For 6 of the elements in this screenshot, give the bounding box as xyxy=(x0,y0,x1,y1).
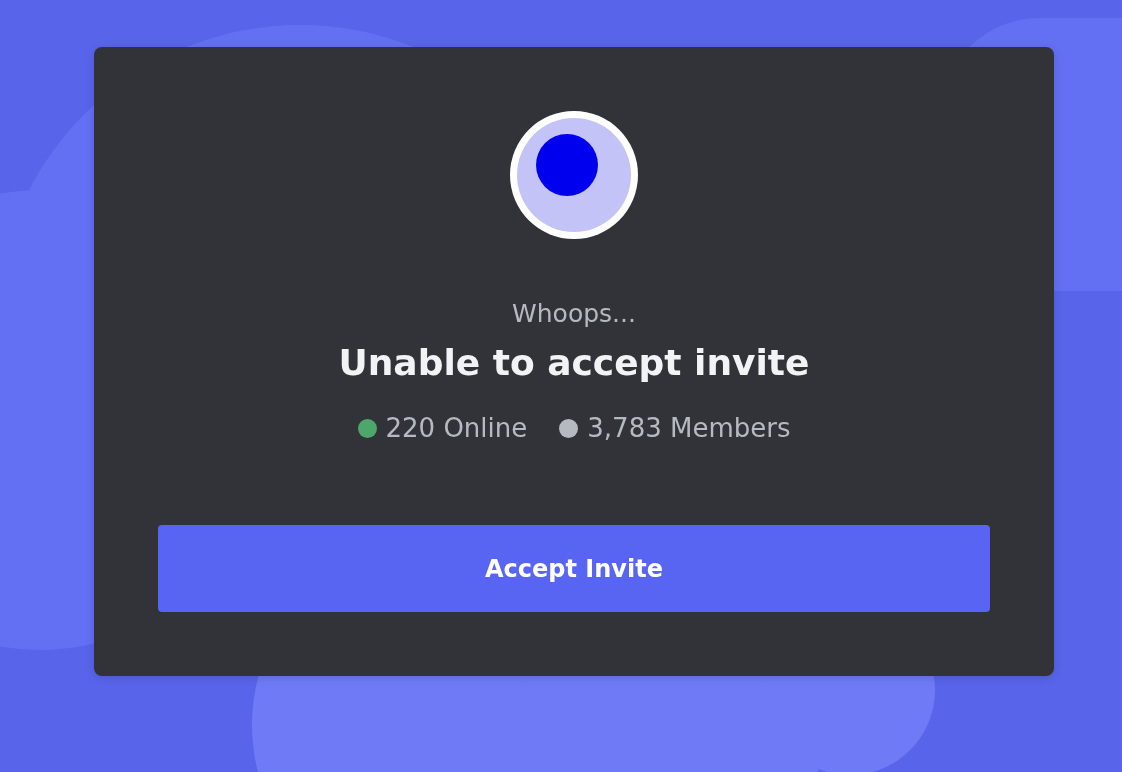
invite-title: Unable to accept invite xyxy=(338,341,810,385)
server-avatar-icon xyxy=(510,111,638,239)
member-count-text: 3,783 Members xyxy=(587,412,791,445)
member-count-text: 220 Online xyxy=(385,412,528,445)
accept-invite-button[interactable]: Accept Invite xyxy=(158,525,990,612)
eyebrow-text: Whoops... xyxy=(512,298,636,330)
